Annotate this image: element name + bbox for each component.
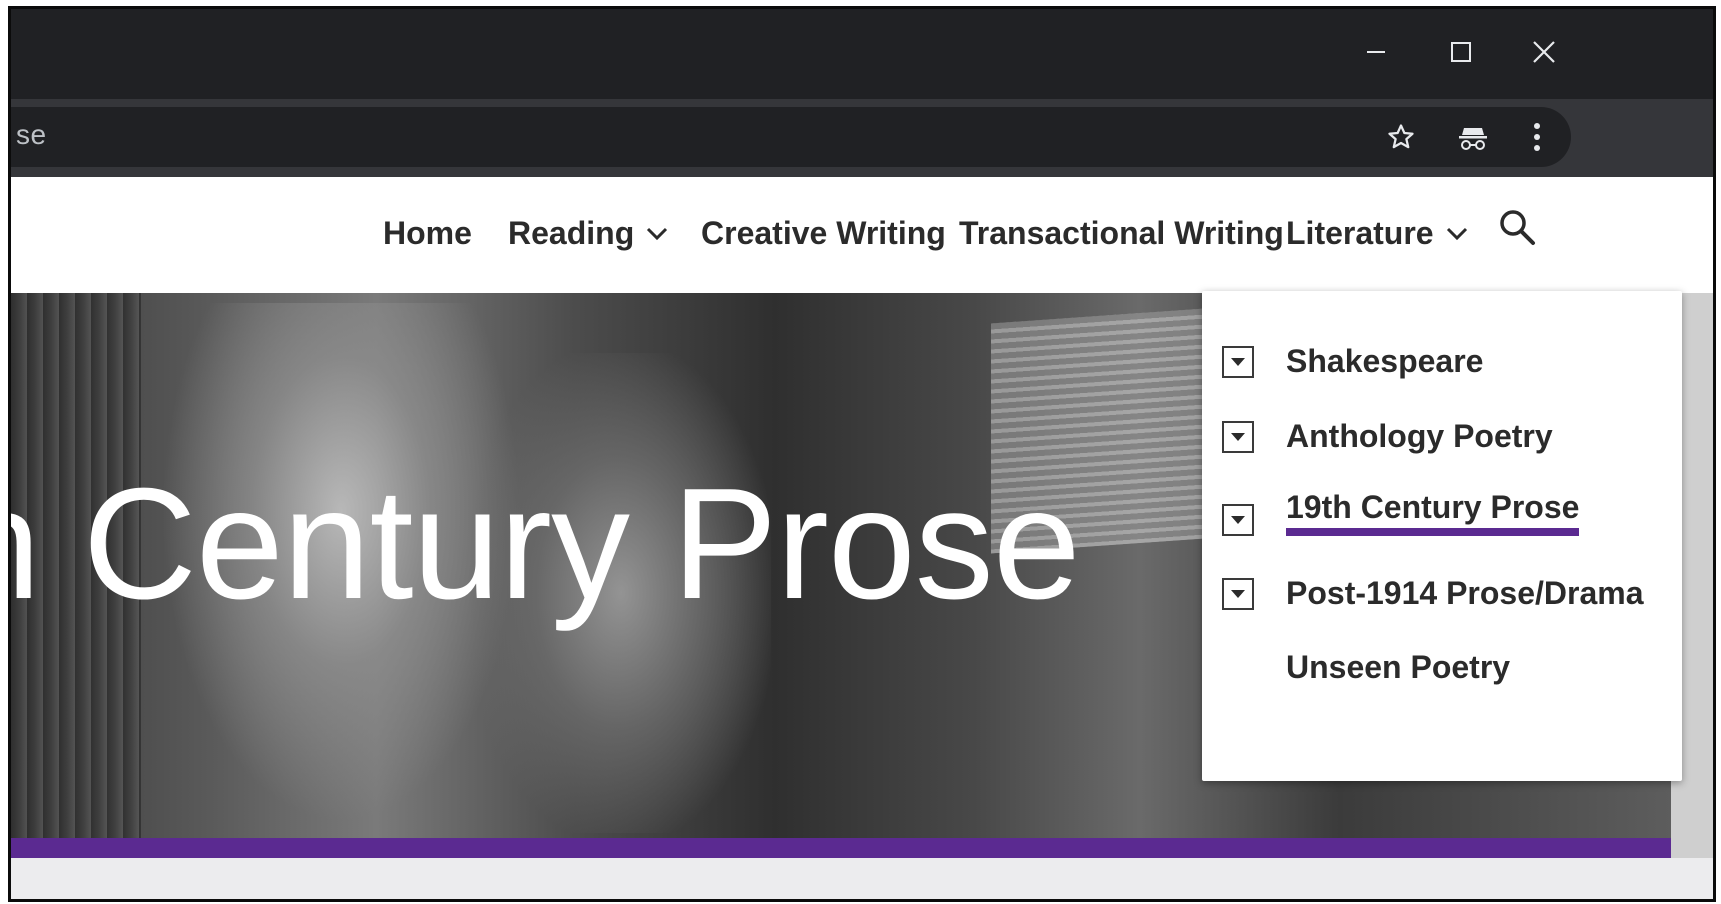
title-bar [11, 9, 1713, 99]
nav-item-label: Creative Writing [701, 215, 946, 251]
menu-item-19th-century-prose[interactable]: 19th Century Prose [1222, 489, 1580, 536]
search-button[interactable] [1497, 207, 1541, 251]
nav-item-label: Home [383, 215, 472, 251]
menu-item-post-1914-prose-drama[interactable]: Post-1914 Prose/Drama [1222, 575, 1644, 612]
caret-down-icon [1231, 432, 1245, 441]
close-button[interactable] [1519, 27, 1569, 77]
nav-item-label: Transactional Writing [959, 215, 1284, 251]
submenu-toggle-button[interactable] [1222, 577, 1254, 610]
toggle-spacer [1222, 652, 1254, 684]
menu-item-label: Post-1914 Prose/Drama [1286, 575, 1644, 611]
search-icon [1500, 210, 1535, 245]
close-icon [1533, 41, 1555, 63]
nav-item-literature[interactable]: Literature [1286, 215, 1468, 252]
kebab-menu-icon [1534, 123, 1540, 151]
site-navigation: Home Reading Creative Writing Transactio… [11, 177, 1713, 293]
browser-menu-button[interactable] [1515, 115, 1559, 159]
literature-dropdown-menu: Shakespeare Anthology Poetry 19th Centur… [1202, 291, 1682, 781]
minimize-button[interactable] [1351, 27, 1401, 77]
maximize-icon [1451, 42, 1471, 62]
hero-title: h Century Prose [11, 456, 1081, 632]
address-bar[interactable]: se [11, 107, 1571, 167]
chevron-down-icon [647, 227, 668, 240]
star-icon [1388, 124, 1414, 149]
caret-down-icon [1231, 357, 1245, 366]
browser-window: se Home Reading Creative Writing Transac… [8, 6, 1716, 902]
submenu-toggle-button[interactable] [1222, 503, 1254, 536]
menu-item-label: Unseen Poetry [1286, 649, 1511, 685]
menu-item-shakespeare[interactable]: Shakespeare [1222, 343, 1483, 380]
nav-item-reading[interactable]: Reading [508, 215, 668, 252]
caret-down-icon [1231, 515, 1245, 524]
menu-item-label-active: 19th Century Prose [1286, 489, 1580, 536]
chevron-down-icon [1446, 227, 1467, 240]
nav-item-label: Literature [1286, 215, 1434, 251]
nav-item-home[interactable]: Home [383, 215, 472, 252]
nav-item-label: Reading [508, 215, 635, 251]
menu-item-label: Anthology Poetry [1286, 418, 1553, 454]
url-text: se [16, 119, 47, 150]
caret-down-icon [1231, 589, 1245, 598]
submenu-toggle-button[interactable] [1222, 345, 1254, 378]
browser-toolbar: se [11, 99, 1713, 177]
minimize-icon [1367, 51, 1385, 53]
nav-item-creative-writing[interactable]: Creative Writing [701, 215, 946, 252]
bookmark-star-button[interactable] [1379, 115, 1423, 159]
menu-item-unseen-poetry[interactable]: Unseen Poetry [1222, 649, 1510, 686]
incognito-icon [1459, 128, 1487, 150]
incognito-button[interactable] [1451, 115, 1495, 159]
submenu-toggle-button[interactable] [1222, 420, 1254, 453]
menu-item-label: Shakespeare [1286, 343, 1484, 379]
maximize-button[interactable] [1436, 27, 1486, 77]
nav-item-transactional-writing[interactable]: Transactional Writing [959, 215, 1284, 252]
accent-bar [11, 838, 1671, 858]
menu-item-anthology-poetry[interactable]: Anthology Poetry [1222, 418, 1553, 455]
